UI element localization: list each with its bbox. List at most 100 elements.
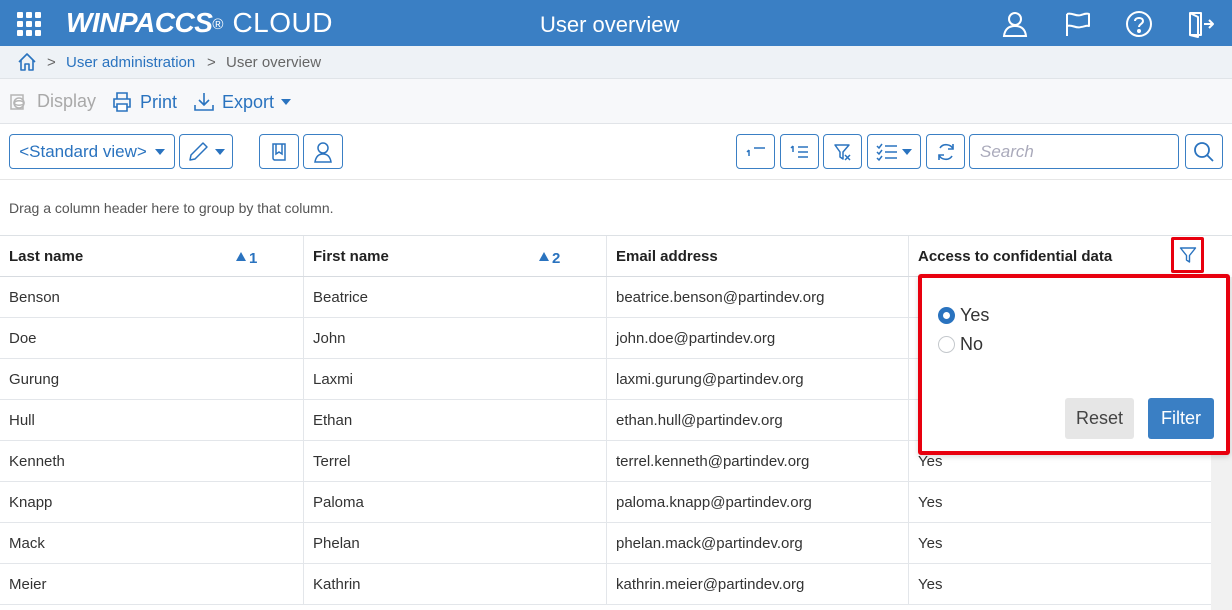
print-icon: [113, 92, 131, 112]
sort-ascending-indicator: 1: [236, 250, 257, 266]
cell-first-name: Paloma: [304, 482, 607, 522]
page-title: User overview: [540, 12, 680, 37]
display-label: Display: [37, 91, 97, 111]
cell-first-name: Beatrice: [304, 277, 607, 317]
column-header-label: Last name: [9, 247, 84, 265]
print-label: Print: [140, 91, 178, 112]
cell-last-name: Doe: [0, 318, 304, 358]
numbered-list-icon: [789, 144, 808, 158]
cell-last-name: Mack: [0, 523, 304, 563]
filter-option-label: Yes: [960, 305, 990, 325]
search-input[interactable]: [969, 134, 1179, 169]
clear-filter-button[interactable]: [823, 134, 862, 169]
table-row[interactable]: Meier Kathrin kathrin.meier@partindev.or…: [0, 564, 1211, 605]
cell-email: beatrice.benson@partindev.org: [607, 277, 909, 317]
app-header: WINPACCS® CLOUD User overview: [0, 0, 1232, 46]
book-icon: [272, 142, 286, 161]
cell-last-name: Kenneth: [0, 441, 304, 481]
view-selector[interactable]: <Standard view>: [9, 134, 175, 169]
home-icon[interactable]: [17, 52, 37, 72]
filter-option-yes[interactable]: Yes: [938, 305, 989, 326]
app-grid-icon[interactable]: [17, 12, 41, 36]
brand-logo: WINPACCS® CLOUD: [66, 7, 333, 38]
cell-email: terrel.kenneth@partindev.org: [607, 441, 909, 481]
chevron-down-icon: [902, 148, 912, 155]
logout-icon[interactable]: [1187, 10, 1215, 38]
sort-order-number: 2: [552, 250, 561, 267]
breadcrumb: > User administration > User overview: [0, 46, 1232, 79]
radio-unselected-icon: [938, 336, 955, 353]
user-icon[interactable]: [1001, 10, 1029, 38]
group-hint-text: Drag a column header here to group by th…: [9, 200, 334, 216]
filter-option-label: No: [960, 334, 984, 354]
bookmark-button[interactable]: [259, 134, 299, 169]
breadcrumb-current: User overview: [226, 54, 322, 71]
user-filter-button[interactable]: [303, 134, 343, 169]
table-header-row: Last name 1 First name 2 Email address A…: [0, 236, 1211, 277]
insert-row-icon: [745, 146, 765, 156]
refresh-icon: [937, 143, 954, 160]
cell-email: john.doe@partindev.org: [607, 318, 909, 358]
column-filter-button[interactable]: [1171, 237, 1204, 273]
column-header-last-name[interactable]: Last name 1: [0, 236, 304, 276]
column-filter-popup: Yes No Reset Filter: [918, 274, 1230, 455]
view-bar: <Standard view>: [0, 124, 1232, 180]
sort-up-icon: [539, 252, 549, 261]
cell-first-name: Kathrin: [304, 564, 607, 604]
breadcrumb-separator: >: [207, 54, 216, 71]
checklist-icon: [876, 143, 897, 161]
export-label: Export: [222, 91, 275, 112]
reset-button[interactable]: Reset: [1065, 398, 1134, 439]
cell-first-name: Phelan: [304, 523, 607, 563]
cell-email: laxmi.gurung@partindev.org: [607, 359, 909, 399]
download-icon: [194, 93, 214, 111]
insert-row-button[interactable]: [736, 134, 775, 169]
search-button[interactable]: [1185, 134, 1223, 169]
breadcrumb-separator: >: [47, 54, 56, 71]
cell-last-name: Benson: [0, 277, 304, 317]
cell-email: kathrin.meier@partindev.org: [607, 564, 909, 604]
column-header-first-name[interactable]: First name 2: [304, 236, 607, 276]
sort-list-button[interactable]: [780, 134, 819, 169]
cell-first-name: Laxmi: [304, 359, 607, 399]
flag-icon[interactable]: [1064, 10, 1092, 38]
filter-option-no[interactable]: No: [938, 334, 983, 355]
display-icon: [10, 93, 25, 110]
action-toolbar: Display Print Export: [0, 79, 1232, 124]
cell-email: paloma.knapp@partindev.org: [607, 482, 909, 522]
column-header-access[interactable]: Access to confidential data: [909, 236, 1211, 276]
help-icon[interactable]: [1125, 10, 1153, 38]
person-icon: [314, 141, 332, 163]
cell-email: phelan.mack@partindev.org: [607, 523, 909, 563]
table-row[interactable]: Mack Phelan phelan.mack@partindev.org Ye…: [0, 523, 1211, 564]
chevron-down-icon: [154, 148, 165, 155]
search-icon: [1194, 141, 1214, 162]
cell-access: Yes: [918, 534, 943, 552]
cell-first-name: Terrel: [304, 441, 607, 481]
display-button[interactable]: Display: [8, 91, 96, 112]
sort-up-icon: [236, 252, 246, 261]
table-row[interactable]: Knapp Paloma paloma.knapp@partindev.org …: [0, 482, 1211, 523]
column-chooser-button[interactable]: [867, 134, 921, 169]
cell-last-name: Hull: [0, 400, 304, 440]
export-button[interactable]: Export: [193, 91, 292, 113]
radio-selected-icon: [938, 307, 955, 324]
refresh-button[interactable]: [926, 134, 965, 169]
cell-first-name: Ethan: [304, 400, 607, 440]
column-header-label: Email address: [616, 247, 718, 265]
cell-access: Yes: [918, 575, 943, 593]
column-header-label: Access to confidential data: [918, 247, 1113, 265]
group-drop-area[interactable]: Drag a column header here to group by th…: [0, 180, 1232, 236]
sort-ascending-indicator: 2: [539, 250, 561, 267]
pencil-icon: [189, 141, 208, 161]
cell-first-name: John: [304, 318, 607, 358]
view-selector-label: <Standard view>: [19, 141, 147, 161]
apply-filter-button[interactable]: Filter: [1148, 398, 1214, 439]
breadcrumb-link-user-administration[interactable]: User administration: [66, 54, 195, 71]
print-button[interactable]: Print: [111, 91, 177, 113]
cell-last-name: Gurung: [0, 359, 304, 399]
filter-icon: [1179, 247, 1196, 263]
cell-last-name: Meier: [0, 564, 304, 604]
column-header-email[interactable]: Email address: [607, 236, 909, 276]
edit-view-button[interactable]: [179, 134, 233, 169]
